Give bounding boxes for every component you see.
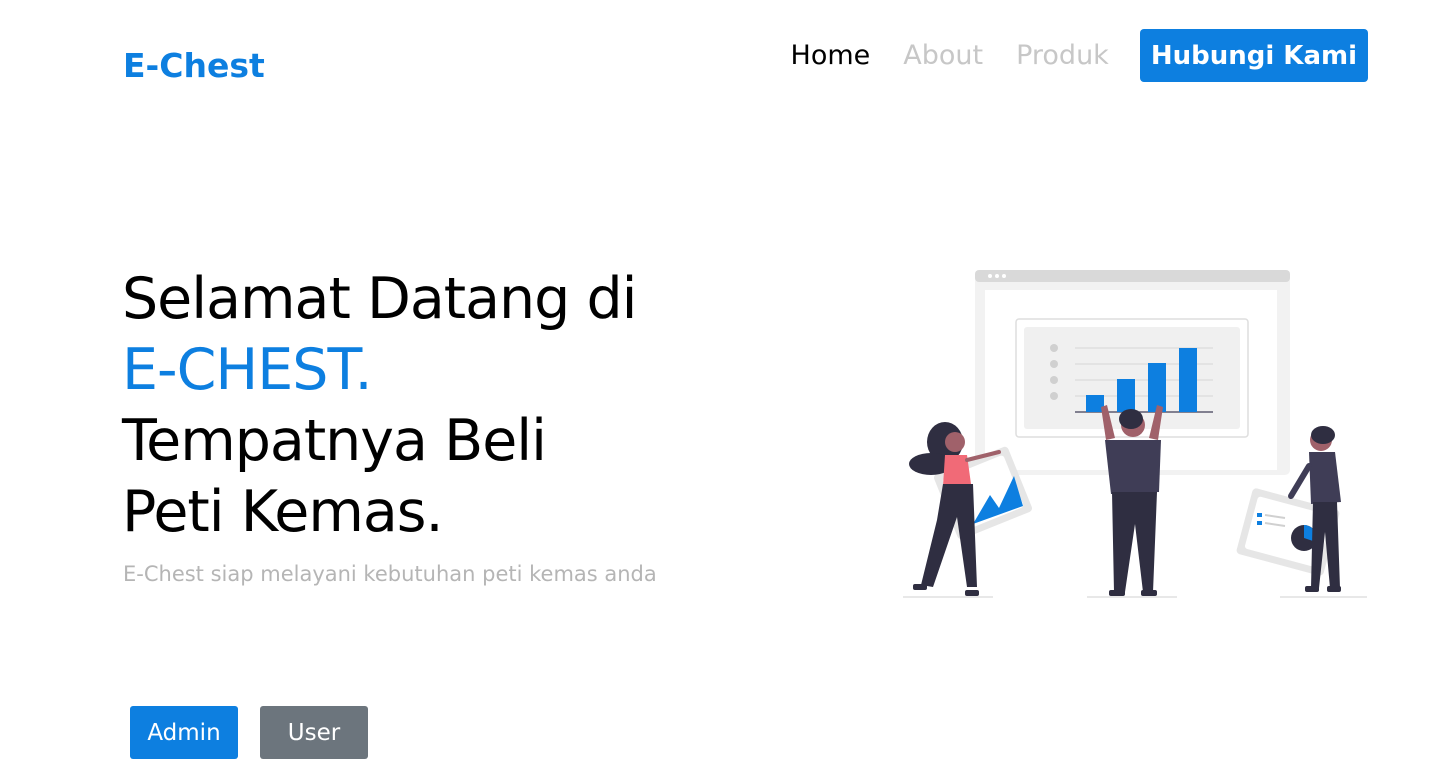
- nav-produk-link[interactable]: Produk: [1016, 40, 1109, 71]
- hero-line-product: Peti Kemas.: [122, 479, 444, 545]
- hero-subtitle: E-Chest siap melayani kebutuhan peti kem…: [123, 562, 657, 586]
- man-center-figure: [1101, 405, 1163, 596]
- site-logo[interactable]: E-Chest: [123, 46, 265, 85]
- contact-us-button[interactable]: Hubungi Kami: [1139, 29, 1368, 82]
- nav-home-link[interactable]: Home: [791, 40, 871, 71]
- hero-heading: Selamat Datang di E-CHEST. Tempatnya Bel…: [122, 264, 637, 548]
- nav-about-link[interactable]: About: [903, 40, 983, 71]
- user-button[interactable]: User: [260, 706, 368, 759]
- main-nav: Home About Produk Hubungi Kami: [791, 29, 1368, 82]
- hero-line-welcome: Selamat Datang di: [122, 266, 637, 332]
- hero-line-tagline: Tempatnya Beli: [122, 408, 547, 474]
- admin-button[interactable]: Admin: [130, 706, 238, 759]
- hero-brand: E-CHEST.: [122, 337, 373, 403]
- people-analytics-illustration: [903, 270, 1367, 598]
